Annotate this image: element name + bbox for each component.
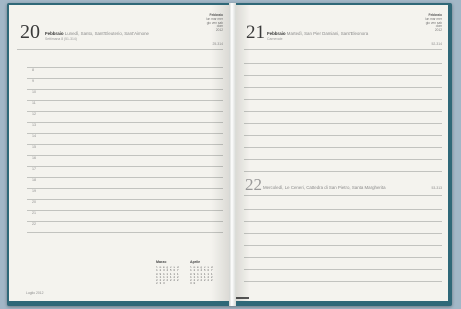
- hour-line: [27, 144, 223, 145]
- hour-line: [27, 122, 223, 123]
- second-day-divider: [244, 195, 442, 196]
- calendar-month-title: Marzo: [156, 260, 167, 264]
- note-line: [244, 111, 442, 112]
- hour-label: 12: [32, 112, 36, 116]
- note-line: [244, 257, 442, 258]
- second-day-subtitle: Mercoledì, Le Ceneri, Cattedra di San Pi…: [263, 185, 386, 190]
- note-line: [244, 221, 442, 222]
- hour-line: [27, 166, 223, 167]
- hour-line: [27, 78, 223, 79]
- day-name-row: Febbraio Lunedì, Santo, Sant'Eleuterio, …: [45, 31, 149, 36]
- gutter-shadow: [236, 5, 250, 301]
- note-line: [244, 63, 442, 64]
- hour-line: [27, 67, 223, 68]
- mini-calendar-line: 2012: [434, 28, 442, 33]
- hour-label: 9: [32, 79, 34, 83]
- gutter-shadow: [211, 5, 229, 301]
- planner-scene: 20 Febbraio Lunedì, Santo, Sant'Eleuteri…: [0, 0, 461, 309]
- hour-label: 22: [32, 222, 36, 226]
- note-line: [244, 209, 442, 210]
- hour-label: 16: [32, 156, 36, 160]
- day-count: 52-314: [431, 42, 442, 46]
- month-calendar: l m m g v s d 1 2 3 4 5 6 7 8 9 1 1 1 1 …: [190, 266, 213, 286]
- right-page: 21 Febbraio Martedì, San Pier Damiani, S…: [235, 5, 448, 301]
- hour-line: [27, 111, 223, 112]
- hour-label: 14: [32, 134, 36, 138]
- header-divider: [244, 49, 442, 50]
- hour-line: [27, 210, 223, 211]
- page-footer: Luglio 2012: [26, 291, 44, 295]
- hour-label: 19: [32, 189, 36, 193]
- note-line: [244, 135, 442, 136]
- hour-line: [27, 89, 223, 90]
- hour-line: [27, 221, 223, 222]
- day-subtitle: Lunedì, Santo, Sant'Eleuterio, Sant'Aimo…: [64, 31, 149, 36]
- hour-label: 20: [32, 200, 36, 204]
- second-day-count: 53-313: [431, 186, 442, 190]
- hour-label: 21: [32, 211, 36, 215]
- hour-line: [27, 177, 223, 178]
- hour-line: [27, 188, 223, 189]
- calendar-month-title: Aprile: [190, 260, 201, 264]
- hour-line: [27, 232, 223, 233]
- note-line: [244, 233, 442, 234]
- note-line: [244, 123, 442, 124]
- hour-label: 17: [32, 167, 36, 171]
- month-calendar: l m m g v s d 1 2 3 4 5 6 7 8 9 1 1 1 1 …: [156, 266, 179, 286]
- note-line: [244, 75, 442, 76]
- day-name: Febbraio: [267, 31, 286, 36]
- mini-calendar: Febbraio lun mar mer gio ven sab dom 201…: [425, 13, 442, 33]
- hour-line: [27, 199, 223, 200]
- day-name: Febbraio: [45, 31, 64, 36]
- note-line: [244, 269, 442, 270]
- note-line: [244, 171, 442, 172]
- hour-label: 8: [32, 68, 34, 72]
- day-subtitle: Martedì, San Pier Damiani, Sant'Eleonora: [286, 31, 369, 36]
- note-line: [244, 147, 442, 148]
- note-line: [244, 87, 442, 88]
- hour-label: 10: [32, 90, 36, 94]
- note-line: [244, 99, 442, 100]
- hour-label: 11: [32, 101, 36, 105]
- header-divider: [17, 49, 223, 50]
- day-info: Settimana 8 (51-314): [45, 37, 77, 41]
- hour-line: [27, 100, 223, 101]
- note-line: [244, 159, 442, 160]
- hour-label: 15: [32, 145, 36, 149]
- hour-label: 13: [32, 123, 36, 127]
- hour-line: [27, 155, 223, 156]
- note-line: [244, 281, 442, 282]
- hour-line: [27, 133, 223, 134]
- day-number: 20: [20, 21, 40, 43]
- hour-label: 18: [32, 178, 36, 182]
- day-info: Carnevale: [267, 37, 283, 41]
- left-page: 20 Febbraio Lunedì, Santo, Sant'Eleuteri…: [9, 5, 229, 301]
- planner-spine: [229, 3, 236, 306]
- note-line: [244, 245, 442, 246]
- day-name-row: Febbraio Martedì, San Pier Damiani, Sant…: [267, 31, 368, 36]
